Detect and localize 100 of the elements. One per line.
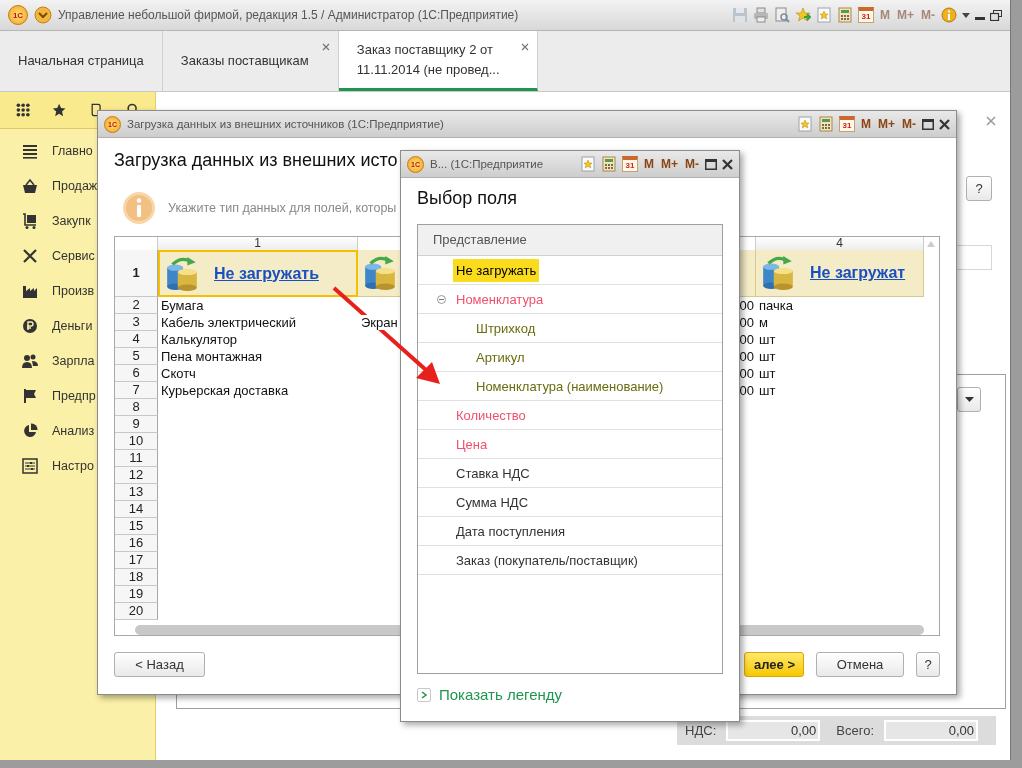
- field-option[interactable]: Не загружать: [453, 258, 540, 282]
- memory-button[interactable]: M+: [877, 117, 896, 131]
- row-number: 4: [115, 331, 158, 348]
- caret-icon: [964, 397, 974, 402]
- expand-button[interactable]: [417, 687, 431, 702]
- field-option[interactable]: Ставка НДС: [453, 461, 533, 485]
- maximize-icon[interactable]: [705, 158, 717, 170]
- row-number: 5: [115, 348, 158, 365]
- help-button[interactable]: ?: [966, 176, 992, 201]
- tab[interactable]: Заказ поставщику 2 от 11.11.2014 (не провед...: [338, 31, 538, 91]
- legend-link[interactable]: Показать легенду: [439, 686, 563, 703]
- flag-icon: [22, 387, 38, 404]
- table-cell: шт: [759, 349, 776, 364]
- dropdown-button[interactable]: [957, 387, 981, 412]
- field-cell[interactable]: Не загружать: [158, 250, 358, 297]
- table-cell: Кабель электрический: [161, 315, 297, 330]
- row-number: 20: [115, 603, 158, 620]
- calculator-icon[interactable]: [818, 116, 834, 132]
- info-icon: [122, 191, 156, 225]
- calculator-icon[interactable]: [601, 156, 617, 172]
- field-option[interactable]: Номенклатура (наименование): [473, 374, 667, 398]
- field-option[interactable]: Артикул: [473, 345, 528, 369]
- table-cell: 00: [739, 349, 754, 364]
- field-option[interactable]: Сумма НДС: [453, 490, 532, 514]
- app-logo[interactable]: 1С: [8, 5, 28, 25]
- memory-button[interactable]: M+: [660, 157, 679, 171]
- table-cell: Бумага: [161, 298, 204, 313]
- row-number: 15: [115, 518, 158, 535]
- row-number: 8: [115, 399, 158, 416]
- table-cell: шт: [759, 366, 776, 381]
- field-option[interactable]: Дата поступления: [453, 519, 569, 543]
- field-option[interactable]: Номенклатура: [453, 287, 547, 311]
- row-number: 16: [115, 535, 158, 552]
- memory-button[interactable]: M: [860, 117, 872, 131]
- field-option[interactable]: Штрихкод: [473, 316, 539, 340]
- row-number: 7: [115, 382, 158, 399]
- field-link[interactable]: Не загружат: [810, 264, 906, 282]
- help-button[interactable]: ?: [916, 652, 940, 677]
- hint-text: Укажите тип данных для полей, которы: [168, 201, 397, 215]
- tab[interactable]: Заказы поставщикам: [162, 31, 339, 91]
- table-cell: Скотч: [161, 366, 196, 381]
- field-cell[interactable]: Не загружат: [756, 250, 924, 297]
- total-field: 0,00: [726, 720, 821, 741]
- calendar-icon[interactable]: 31: [839, 116, 855, 132]
- table-cell: 00: [739, 332, 754, 347]
- list-icon: [22, 142, 38, 159]
- calendar-icon[interactable]: 31: [858, 7, 874, 23]
- memory-button[interactable]: M-: [684, 157, 700, 171]
- dialog-heading: Загрузка данных из внешних исто: [114, 150, 398, 172]
- pie-chart-icon: [22, 422, 38, 439]
- total-label: Всего:: [836, 723, 874, 738]
- favorite-add-icon[interactable]: [795, 7, 811, 23]
- info-icon[interactable]: [941, 7, 957, 23]
- collapse-icon[interactable]: [437, 295, 446, 304]
- row-number: 14: [115, 501, 158, 518]
- table-cell: 00: [739, 366, 754, 381]
- table-cell: пачка: [759, 298, 793, 313]
- table-cell: м: [759, 315, 768, 330]
- table-cell: 00: [739, 315, 754, 330]
- window-title: Загрузка данных из внешних источников (1С:Предприятие): [127, 118, 445, 130]
- memory-button[interactable]: M-: [901, 117, 917, 131]
- row-number: 17: [115, 552, 158, 569]
- calculator-icon[interactable]: [837, 7, 853, 23]
- table-cell: шт: [759, 332, 776, 347]
- close-icon[interactable]: [520, 43, 529, 51]
- field-option[interactable]: Цена: [453, 432, 491, 456]
- sliders-icon: [22, 457, 38, 474]
- caret-icon[interactable]: [962, 12, 970, 18]
- table-cell: Экран: [361, 315, 398, 330]
- dropdown-icon[interactable]: [34, 6, 52, 24]
- cancel-button[interactable]: Отмена: [816, 652, 904, 677]
- memory-button[interactable]: M: [643, 157, 655, 171]
- printer-icon[interactable]: [753, 7, 769, 23]
- row-number: 3: [115, 314, 158, 331]
- row-number: 18: [115, 569, 158, 586]
- back-button[interactable]: < Назад: [114, 652, 205, 677]
- restore-icon[interactable]: [990, 9, 1002, 21]
- field-option[interactable]: Количество: [453, 403, 529, 427]
- row-number: 9: [115, 416, 158, 433]
- close-icon[interactable]: [939, 118, 950, 130]
- database-icon: [362, 255, 398, 291]
- row-number: 10: [115, 433, 158, 450]
- next-button[interactable]: алее >: [744, 652, 804, 677]
- preview-icon[interactable]: [774, 7, 790, 23]
- calendar-icon[interactable]: 31: [622, 156, 638, 172]
- database-icon: [164, 255, 200, 292]
- tab[interactable]: Начальная страница: [0, 31, 163, 91]
- sidebar-item[interactable]: Закупк: [0, 203, 155, 238]
- table-cell: Пена монтажная: [161, 349, 263, 364]
- total-field: 0,00: [884, 720, 978, 741]
- row-number: 12: [115, 467, 158, 484]
- field-link[interactable]: Не загружать: [214, 264, 319, 283]
- chevron-icon: [421, 690, 427, 699]
- coin-icon: [22, 317, 38, 334]
- row-number: 13: [115, 484, 158, 501]
- field-option[interactable]: Заказ (покупатель/поставщик): [453, 548, 641, 572]
- row-number: 2: [115, 297, 158, 314]
- maximize-icon[interactable]: [922, 118, 934, 130]
- apps-icon[interactable]: [16, 101, 31, 119]
- close-icon[interactable]: [722, 158, 733, 170]
